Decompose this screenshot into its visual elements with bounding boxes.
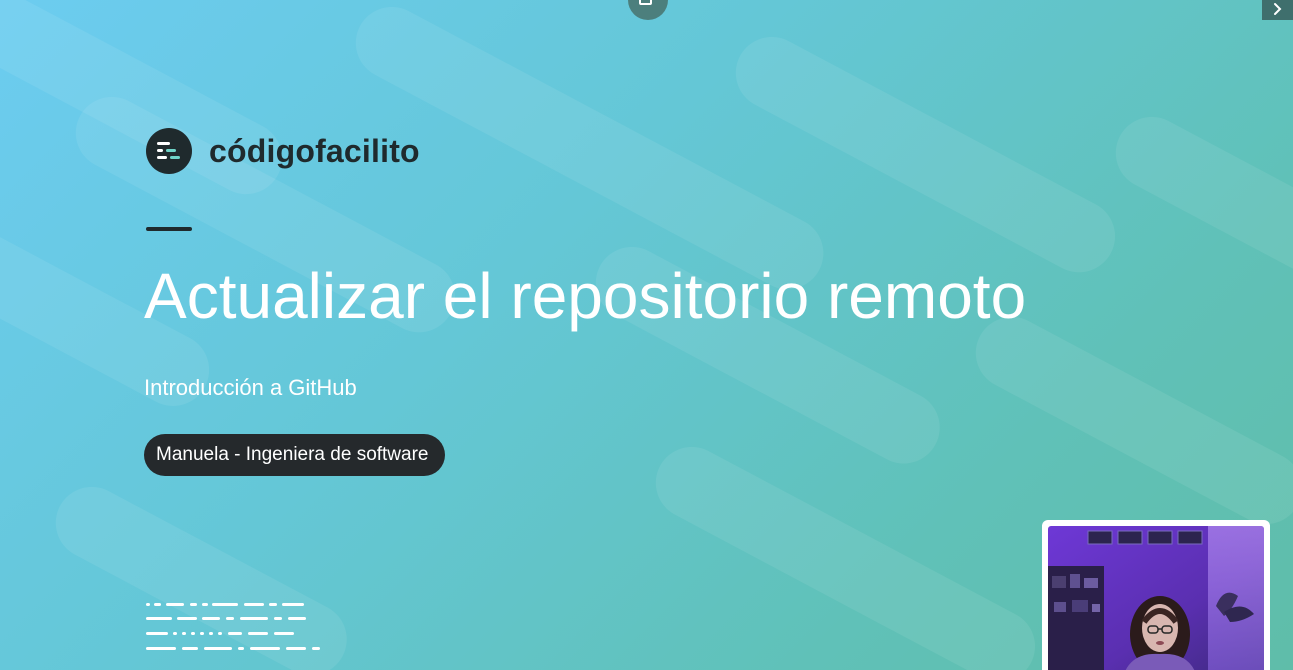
- decorative-stroke: [643, 434, 1048, 670]
- webcam-video: [1048, 526, 1264, 670]
- chevron-right-icon: [1272, 1, 1284, 20]
- decorative-stroke: [963, 304, 1293, 537]
- title-accent-rule: [146, 227, 192, 231]
- decorative-dash-pattern: [146, 601, 322, 657]
- popout-icon: [639, 0, 657, 10]
- next-slide-button[interactable]: [1262, 0, 1293, 20]
- course-subtitle: Introducción a GitHub: [144, 375, 357, 400]
- popout-button[interactable]: [628, 0, 668, 20]
- slide-title: Actualizar el repositorio remoto: [144, 260, 1027, 332]
- author-badge: Manuela - Ingeniera de software: [144, 434, 445, 476]
- brand-name: códigofacilito: [209, 133, 420, 169]
- brand-mark-icon: [146, 128, 192, 174]
- decorative-stroke: [1103, 104, 1293, 290]
- brand-logo: códigofacilito: [146, 128, 420, 174]
- presentation-slide: códigofacilito Actualizar el repositorio…: [0, 0, 1293, 670]
- presenter-webcam: [1042, 520, 1270, 670]
